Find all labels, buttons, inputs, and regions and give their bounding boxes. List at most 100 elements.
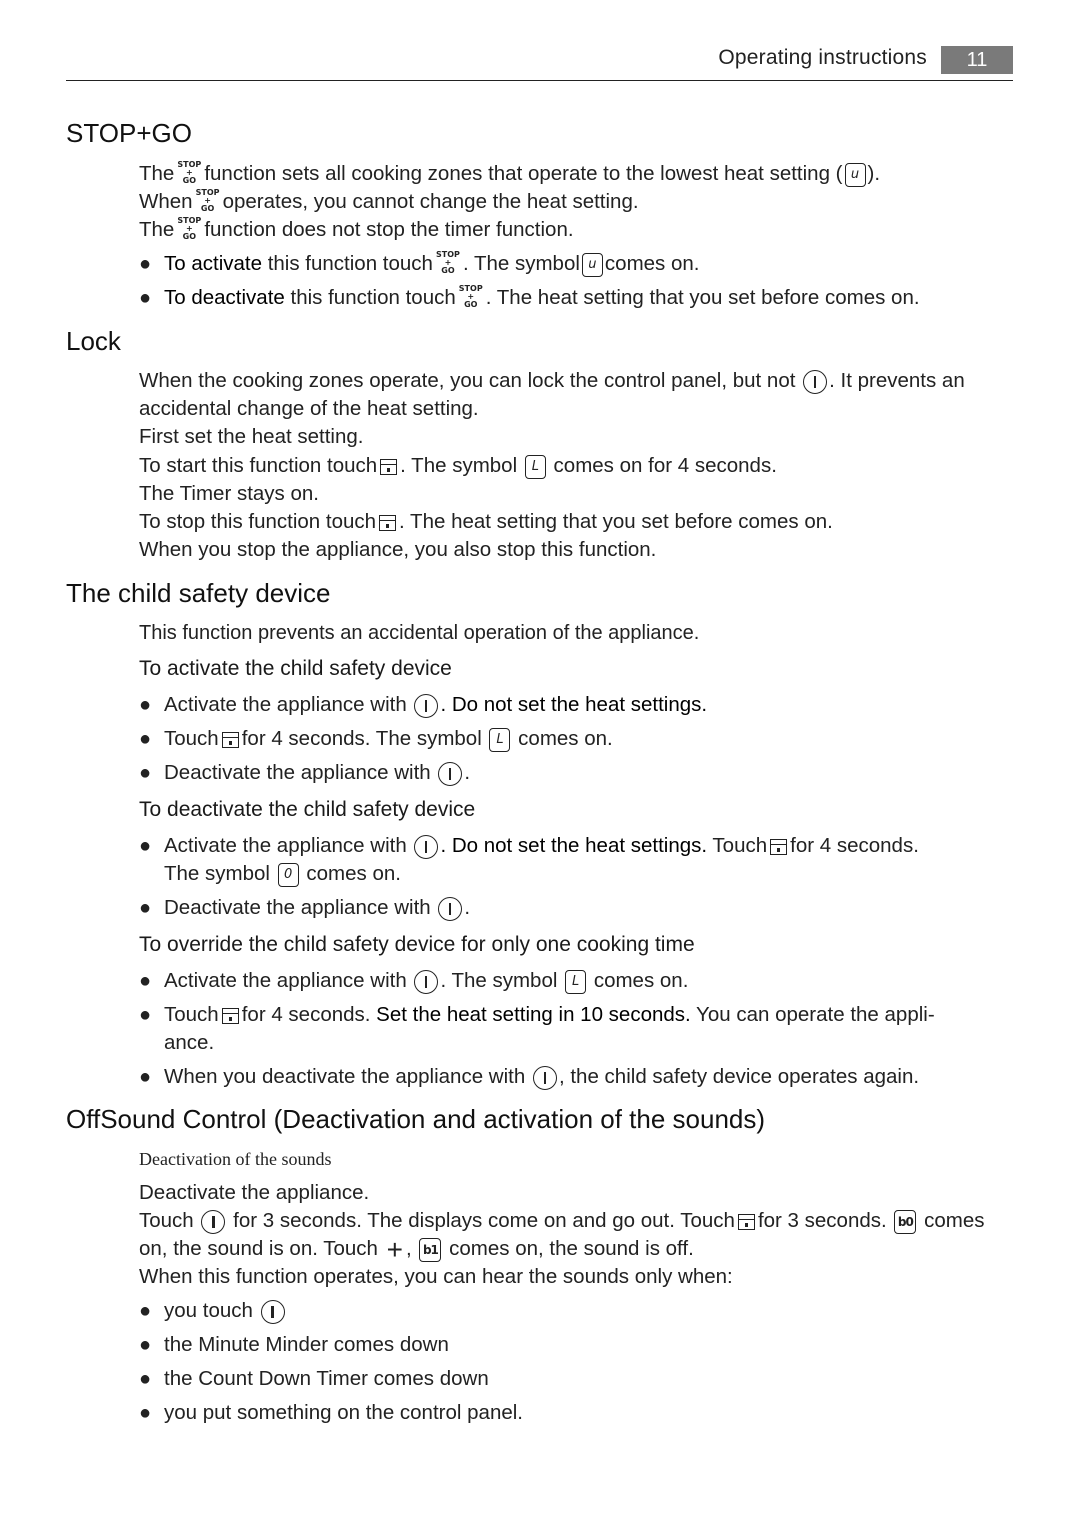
text: comes on. xyxy=(306,862,401,885)
symbol-l-icon: L xyxy=(489,727,511,752)
bullet-text: When you deactivate the appliance with ,… xyxy=(164,1063,919,1091)
lock-line-7: When you stop the appliance, you also st… xyxy=(139,538,657,561)
bullet-text: Deactivate the appliance with . xyxy=(164,759,470,787)
text: for 3 seconds. The displays come on and … xyxy=(233,1209,735,1232)
bullet-text: Touch for 4 seconds. Set the heat setting… xyxy=(164,1001,935,1029)
stop-go-icon: STOP + GO xyxy=(177,215,202,241)
lock-icon xyxy=(221,731,239,748)
symbol-b0-icon: b0 xyxy=(894,1209,917,1234)
bullet-dot: ● xyxy=(139,1402,152,1424)
child-activate-heading: To activate the child safety device xyxy=(139,657,452,680)
text: operates, you cannot change the heat set… xyxy=(222,190,639,213)
symbol-u-icon: u xyxy=(581,252,603,277)
symbol-l-icon: L xyxy=(565,969,587,994)
stop-go-icon: STOP + GO xyxy=(458,283,483,309)
symbol-u-icon: u xyxy=(844,162,866,187)
bullet-dot: ● xyxy=(139,897,152,919)
text: comes on for 4 seconds. xyxy=(553,454,777,477)
text: . The symbol xyxy=(462,252,580,275)
stopgo-paragraph-1: The STOP + GO function sets all cooking zone… xyxy=(139,160,880,188)
lock-icon xyxy=(770,838,788,855)
offsound-subheading: Deactivation of the sounds xyxy=(139,1149,332,1169)
text: function does not stop the timer functio… xyxy=(204,218,574,241)
lock-line-4: To start this function touch . The symbol… xyxy=(139,452,777,480)
offsound-line-1: Deactivate the appliance. xyxy=(139,1181,370,1204)
text: . xyxy=(464,761,471,784)
text: You can operate the appli- xyxy=(690,1003,935,1026)
section-title-child-safety: The child safety device xyxy=(66,578,331,608)
bullet-dot: ● xyxy=(139,1368,152,1390)
header-title: Operating instructions xyxy=(718,46,927,69)
text: Deactivate the appliance with xyxy=(164,896,431,919)
text: Touch xyxy=(707,834,768,857)
text: When xyxy=(139,190,193,213)
lock-icon xyxy=(221,1007,239,1024)
text: for 4 seconds. xyxy=(241,1003,371,1026)
lock-line-1: When the cooking zones operate, you can … xyxy=(139,367,965,395)
power-icon xyxy=(201,1209,226,1234)
bullet-dot: ● xyxy=(139,253,152,275)
bullet-dot: ● xyxy=(139,287,152,309)
symbol-b1-icon: b1 xyxy=(419,1237,442,1262)
text: Activate the appliance with xyxy=(164,969,407,992)
emphasis: Set the heat setting in 10 seconds. xyxy=(370,1003,691,1026)
offsound-line-2: Touch for 3 seconds. The displays come o… xyxy=(139,1207,985,1235)
bullet-text: Activate the appliance with . The symbol… xyxy=(164,967,688,995)
bullet-dot: ● xyxy=(139,970,152,992)
emphasis: . Do not set the heat settings. xyxy=(440,834,708,857)
text: To stop this function touch xyxy=(139,510,377,533)
symbol-0-icon: 0 xyxy=(277,862,299,887)
text: this function touch xyxy=(262,252,433,275)
bullet-dot: ● xyxy=(139,762,152,784)
lock-line-6: To stop this function touch . The heat se… xyxy=(139,508,833,536)
symbol-l-icon: L xyxy=(524,454,546,479)
text: Activate the appliance with xyxy=(164,693,407,716)
offsound-line-3: on, the sound is on. Touch +, b1 comes o… xyxy=(139,1235,694,1263)
power-icon xyxy=(803,369,828,394)
text: for 3 seconds. xyxy=(757,1209,887,1232)
stopgo-paragraph-3: The STOP + GO function does not stop the tim… xyxy=(139,216,574,244)
bullet-dot: ● xyxy=(139,1004,152,1026)
child-override-bullet-2-cont: ance. xyxy=(164,1031,215,1054)
lock-line-5: The Timer stays on. xyxy=(139,482,320,505)
bullet-text: To deactivate this function touch STOP + GO… xyxy=(164,284,920,312)
text: , the child safety device operates again… xyxy=(558,1065,920,1088)
text: Touch xyxy=(164,1003,219,1026)
text: , xyxy=(406,1237,412,1260)
text: for 4 seconds. xyxy=(790,834,919,857)
bullet-text: you put something on the control panel. xyxy=(164,1401,523,1424)
text: . It prevents an xyxy=(829,369,965,392)
section-title-lock: Lock xyxy=(66,326,121,356)
emphasis: To deactivate xyxy=(164,286,285,309)
offsound-line-4: When this function operates, you can hea… xyxy=(139,1265,733,1288)
bullet-text: the Minute Minder comes down xyxy=(164,1333,449,1356)
bullet-text: Activate the appliance with . Do not set… xyxy=(164,832,919,860)
text: When you deactivate the appliance with xyxy=(164,1065,526,1088)
bullet-text: Deactivate the appliance with . xyxy=(164,894,470,922)
text: Activate the appliance with xyxy=(164,834,407,857)
page-number: 11 xyxy=(941,46,1013,74)
lock-line-3: First set the heat setting. xyxy=(139,425,364,448)
power-icon xyxy=(414,969,439,994)
power-icon xyxy=(414,834,439,859)
text: When the cooking zones operate, you can … xyxy=(139,369,796,392)
lock-icon xyxy=(737,1213,755,1230)
emphasis: . Do not set the heat settings. xyxy=(440,693,708,716)
child-deactivate-heading: To deactivate the child safety device xyxy=(139,798,476,821)
text: comes on, the sound is off. xyxy=(449,1237,694,1260)
text: comes on. xyxy=(593,969,689,992)
text: you touch xyxy=(164,1299,253,1322)
stopgo-paragraph-2: When STOP + GO operates, you cannot change t… xyxy=(139,188,639,216)
text: Deactivate the appliance with xyxy=(164,761,431,784)
text: . The heat setting that you set before c… xyxy=(399,510,833,533)
child-intro: This function prevents an accidental ope… xyxy=(139,622,700,644)
stop-go-icon: STOP + GO xyxy=(435,249,460,275)
plus-icon: + xyxy=(386,1233,404,1265)
text: . The symbol xyxy=(440,969,558,992)
bullet-dot: ● xyxy=(139,1334,152,1356)
power-icon xyxy=(260,1299,285,1324)
bullet-dot: ● xyxy=(139,1300,152,1322)
stop-go-icon: STOP + GO xyxy=(177,159,202,185)
power-icon xyxy=(414,693,439,718)
power-icon xyxy=(438,896,463,921)
